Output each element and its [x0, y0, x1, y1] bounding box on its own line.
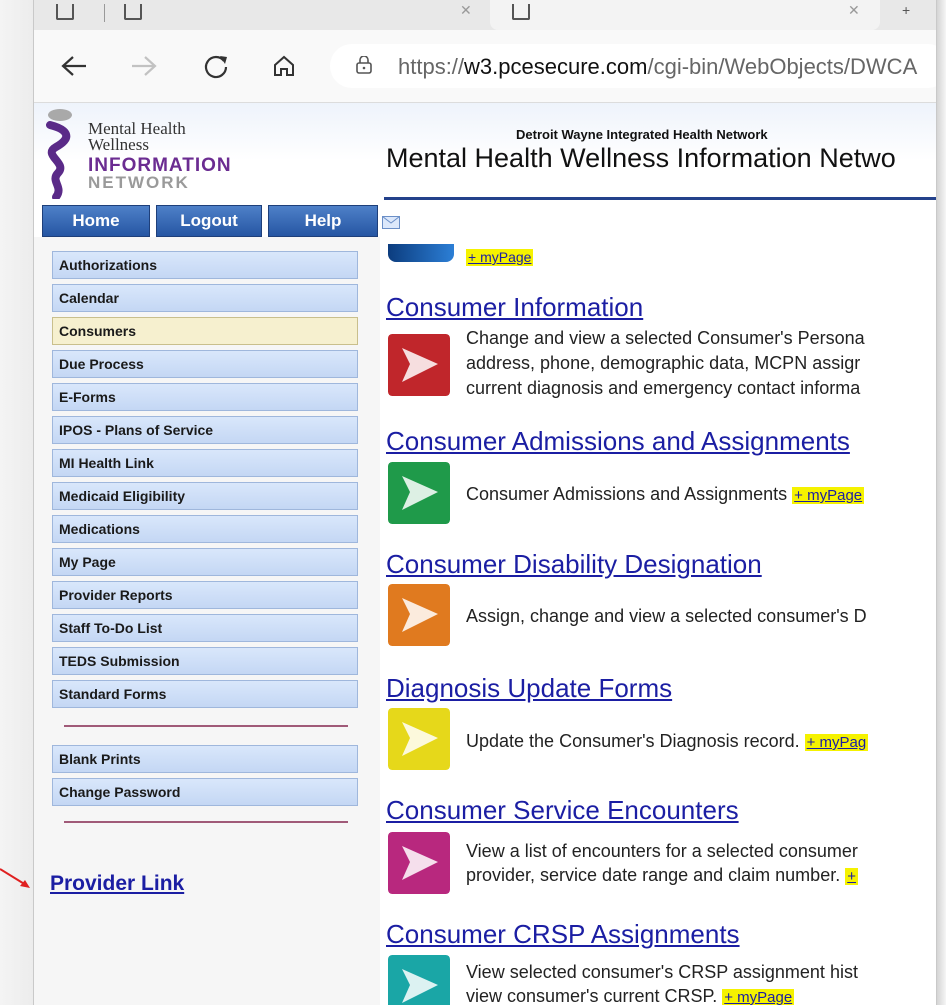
back-arrow-icon	[61, 56, 86, 76]
consumer-service-encounters-mypage-link[interactable]: +	[845, 868, 858, 885]
sidebar-item-e-forms[interactable]: E-Forms	[52, 383, 358, 411]
url-scheme: https://	[398, 54, 465, 79]
diagnosis-update-forms-desc-text: Update the Consumer's Diagnosis record.	[466, 731, 800, 751]
sidebar-item-standard-forms[interactable]: Standard Forms	[52, 680, 358, 708]
diagnosis-update-forms-link[interactable]: Diagnosis Update Forms	[386, 673, 672, 704]
consumer-crsp-assignments-desc-1: View selected consumer's CRSP assignment…	[466, 962, 858, 982]
tab-page-icon	[512, 4, 530, 20]
sidebar-item-provider-reports[interactable]: Provider Reports	[52, 581, 358, 609]
organization-name: Detroit Wayne Integrated Health Network	[516, 127, 768, 142]
header-divider	[384, 197, 936, 200]
consumer-admissions-icon[interactable]	[388, 462, 450, 524]
address-bar[interactable]: https://w3.pcesecure.com/cgi-bin/WebObje…	[330, 44, 936, 88]
browser-toolbar: https://w3.pcesecure.com/cgi-bin/WebObje…	[34, 30, 936, 103]
consumer-admissions-link[interactable]: Consumer Admissions and Assignments	[386, 426, 850, 457]
consumer-service-encounters-desc-2-text: provider, service date range and claim n…	[466, 865, 841, 885]
url-text: https://w3.pcesecure.com/cgi-bin/WebObje…	[398, 54, 917, 80]
refresh-icon	[204, 55, 228, 79]
consumer-information-desc-3: current diagnosis and emergency contact …	[466, 378, 861, 398]
consumer-service-encounters-link[interactable]: Consumer Service Encounters	[386, 795, 739, 826]
page-title: Mental Health Wellness Information Netwo	[386, 143, 896, 173]
sidebar-divider-2	[64, 821, 348, 823]
annotation-arrow	[0, 868, 30, 888]
home-button[interactable]: Home	[42, 205, 150, 237]
consumer-crsp-assignments-desc-2-text: view consumer's current CRSP.	[466, 986, 718, 1005]
home-icon	[274, 55, 294, 76]
sidebar-item-due-process[interactable]: Due Process	[52, 350, 358, 378]
sidebar-item-medications[interactable]: Medications	[52, 515, 358, 543]
refresh-button[interactable]	[198, 48, 234, 84]
back-button[interactable]	[56, 48, 92, 84]
logo-line-4: NETWORK	[88, 173, 190, 192]
diagnosis-update-forms-desc: Update the Consumer's Diagnosis record. …	[466, 729, 869, 753]
diagnosis-update-forms-icon[interactable]	[388, 708, 450, 770]
consumer-admissions-mypage-link[interactable]: + myPage	[792, 487, 865, 504]
sidebar-item-teds-submission[interactable]: TEDS Submission	[52, 647, 358, 675]
sidebar-divider	[64, 725, 348, 727]
provider-link[interactable]: Provider Link	[50, 872, 184, 896]
diagnosis-update-forms-mypage-link[interactable]: + myPag	[804, 734, 869, 751]
sidebar-item-calendar[interactable]: Calendar	[52, 284, 358, 312]
close-active-tab-icon[interactable]: ✕	[848, 2, 860, 19]
site-logo[interactable]: Mental Health Wellness INFORMATION NETWO…	[44, 107, 274, 199]
window-shadow-left	[0, 0, 34, 1005]
tab-active[interactable]	[490, 0, 880, 30]
browser-window: ✕ ✕ + https://w3.pcesecure.com/cgi-bin/W…	[34, 0, 936, 1005]
logo-ribbon-icon	[46, 109, 72, 199]
consumer-disability-link[interactable]: Consumer Disability Designation	[386, 549, 762, 580]
consumer-crsp-assignments-desc-2: view consumer's current CRSP. + myPage	[466, 984, 795, 1005]
forward-button[interactable]	[126, 48, 162, 84]
consumer-service-encounters-desc-2: provider, service date range and claim n…	[466, 863, 858, 887]
consumer-information-desc-1: Change and view a selected Consumer's Pe…	[466, 328, 865, 348]
sidebar-item-consumers[interactable]: Consumers	[52, 317, 358, 345]
consumer-crsp-assignments-mypage-link[interactable]: + myPage	[722, 989, 795, 1005]
sidebar-item-blank-prints[interactable]: Blank Prints	[52, 745, 358, 773]
sidebar-item-mi-health-link[interactable]: MI Health Link	[52, 449, 358, 477]
url-path: /cgi-bin/WebObjects/DWCA	[647, 54, 918, 79]
mail-icon[interactable]	[382, 216, 400, 229]
sidebar-item-ipos[interactable]: IPOS - Plans of Service	[52, 416, 358, 444]
tab-divider	[104, 4, 105, 22]
logo-line-2: Wellness	[88, 135, 149, 154]
sidebar-item-change-password[interactable]: Change Password	[52, 778, 358, 806]
site-header: Mental Health Wellness INFORMATION NETWO…	[34, 103, 936, 199]
consumer-crsp-assignments-icon[interactable]	[388, 955, 450, 1005]
sidebar-item-staff-to-do-list[interactable]: Staff To-Do List	[52, 614, 358, 642]
consumer-information-icon[interactable]	[388, 334, 450, 396]
tab-icon[interactable]	[124, 4, 142, 20]
consumer-admissions-desc: Consumer Admissions and Assignments + my…	[466, 482, 865, 506]
new-tab-icon[interactable]: +	[902, 2, 910, 18]
forward-arrow-icon	[132, 56, 157, 76]
sidebar-item-my-page[interactable]: My Page	[52, 548, 358, 576]
home-browser-button[interactable]	[266, 48, 302, 84]
window-shadow-right	[936, 0, 946, 1005]
sidebar-item-authorizations[interactable]: Authorizations	[52, 251, 358, 279]
consumer-service-encounters-icon[interactable]	[388, 832, 450, 894]
consumer-disability-desc: Assign, change and view a selected consu…	[466, 606, 867, 626]
lock-icon[interactable]	[356, 56, 372, 74]
consumer-crsp-assignments-link[interactable]: Consumer CRSP Assignments	[386, 919, 740, 950]
url-host: w3.pcesecure.com	[464, 54, 648, 79]
tab-actions-icon[interactable]	[56, 4, 74, 20]
consumer-disability-icon[interactable]	[388, 584, 450, 646]
logout-button[interactable]: Logout	[156, 205, 262, 237]
tab-strip: ✕ ✕ +	[34, 0, 936, 30]
consumer-service-encounters-desc-1: View a list of encounters for a selected…	[466, 841, 858, 861]
sidebar-item-medicaid-eligibility[interactable]: Medicaid Eligibility	[52, 482, 358, 510]
mypage-link[interactable]: + myPage	[466, 249, 534, 266]
help-button[interactable]: Help	[268, 205, 378, 237]
close-tab-icon[interactable]: ✕	[460, 2, 472, 19]
consumer-information-link[interactable]: Consumer Information	[386, 292, 643, 323]
consumer-information-desc-2: address, phone, demographic data, MCPN a…	[466, 353, 861, 373]
section-icon-partial	[388, 244, 454, 262]
consumer-admissions-desc-text: Consumer Admissions and Assignments	[466, 484, 788, 504]
